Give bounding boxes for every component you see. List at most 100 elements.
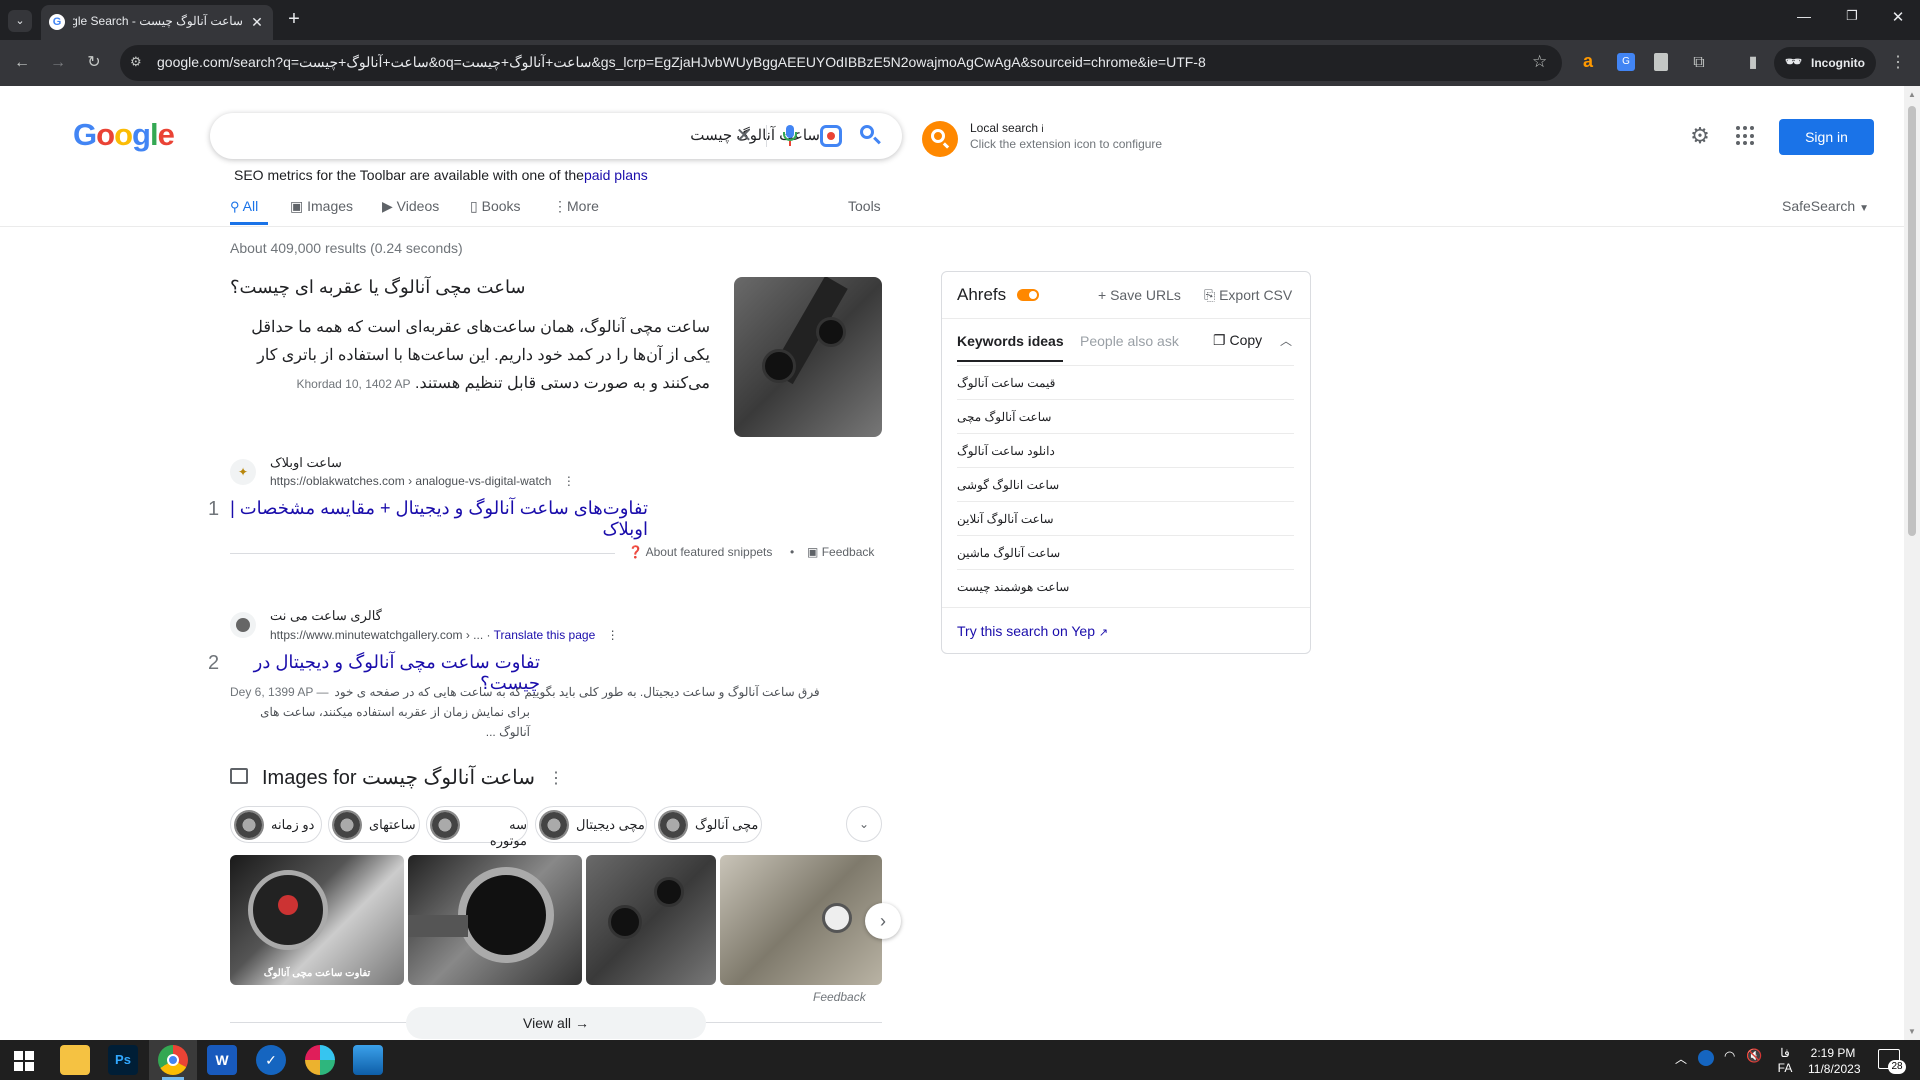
taskbar	[0, 1040, 1920, 1080]
image-result[interactable]	[408, 855, 582, 985]
tray-chevron-icon[interactable]: ︿	[1675, 1050, 1687, 1067]
input-language[interactable]: فا FA	[1774, 1046, 1796, 1076]
google-logo[interactable]: Google	[73, 117, 175, 153]
view-all-button[interactable]: View all →	[406, 1007, 706, 1039]
save-urls-button[interactable]: + Save URLs	[1098, 287, 1181, 303]
tray-app-icon[interactable]	[1698, 1050, 1714, 1066]
app-v-icon[interactable]: ✓	[256, 1045, 286, 1075]
back-icon[interactable]: ←	[4, 45, 40, 81]
safesearch-button[interactable]: SafeSearch ▼	[1782, 195, 1869, 217]
result-menu-icon[interactable]: ⋮	[563, 474, 575, 488]
new-tab-button[interactable]: +	[282, 8, 306, 32]
ahrefs-toggle[interactable]	[1017, 289, 1039, 301]
search-icon: ⚲	[230, 199, 240, 214]
image-chip[interactable]: ساعتهای	[328, 806, 420, 843]
tools-button[interactable]: Tools	[848, 195, 881, 217]
reload-icon[interactable]: ↻	[76, 45, 112, 81]
address-bar[interactable]: ⚙ google.com/search?q=ساعت+آنالوگ+چیست&o…	[120, 45, 1562, 81]
scrollbar-thumb[interactable]	[1908, 106, 1916, 536]
image-chip[interactable]: دو زمانه	[230, 806, 322, 843]
clock-date: 11/8/2023	[1808, 1062, 1861, 1076]
minimize-button[interactable]: —	[1786, 8, 1822, 32]
amazon-extension-icon[interactable]: a	[1578, 52, 1598, 72]
voice-search-icon[interactable]	[778, 123, 802, 149]
photoshop-icon[interactable]: Ps	[108, 1045, 138, 1075]
apps-grid-icon[interactable]	[1736, 126, 1756, 146]
tab-more[interactable]: ⋮More	[553, 195, 599, 217]
image-result[interactable]: تفاوت ساعت مچی آنالوگ	[230, 855, 404, 985]
keyword-item[interactable]: ساعت آنالوگ آنلاین	[957, 502, 1294, 536]
keyword-item[interactable]: ساعت آنالوگ مچی	[957, 400, 1294, 434]
keyword-item[interactable]: ساعت انالوگ گوشی	[957, 468, 1294, 502]
image-chip[interactable]: مچی آنالوگ	[654, 806, 762, 843]
settings-gear-icon[interactable]: ⚙	[1688, 124, 1712, 148]
image-chip[interactable]: مچی دیجیتال	[535, 806, 647, 843]
chips-expand-button[interactable]: ⌄	[846, 806, 882, 842]
translate-extension-icon[interactable]: G	[1617, 53, 1635, 71]
feedback-link[interactable]: ▣ Feedback	[807, 545, 874, 559]
result-menu-icon[interactable]: ⋮	[607, 628, 619, 642]
forward-icon[interactable]: →	[40, 45, 76, 81]
extensions-puzzle-icon[interactable]: ⧉	[1681, 45, 1717, 81]
restore-button[interactable]: ❐	[1834, 8, 1870, 32]
paid-plans-link[interactable]: paid plans	[584, 167, 648, 183]
incognito-label: Incognito	[1811, 56, 1865, 70]
chip-thumbnail	[658, 810, 688, 840]
sign-in-button[interactable]: Sign in	[1779, 119, 1874, 155]
file-explorer-icon[interactable]	[60, 1045, 90, 1075]
chrome-menu-icon[interactable]: ⋮	[1880, 45, 1916, 81]
incognito-badge[interactable]: 🕶 Incognito	[1774, 47, 1876, 79]
chrome-icon[interactable]	[158, 1045, 188, 1075]
tab-close-icon[interactable]: ✕	[247, 12, 267, 32]
images-menu-icon[interactable]: ⋮	[548, 768, 564, 788]
page-scrollbar[interactable]: ▲ ▼	[1904, 86, 1920, 1040]
keyword-item[interactable]: دانلود ساعت آنالوگ	[957, 434, 1294, 468]
copy-button[interactable]: ❐ Copy	[1213, 332, 1262, 349]
site-url[interactable]: https://oblakwatches.com › analogue-vs-d…	[270, 474, 575, 488]
volume-icon[interactable]: 🔇	[1746, 1048, 1762, 1064]
photos-icon[interactable]	[353, 1045, 383, 1075]
tab-people-also-ask[interactable]: People also ask	[1080, 333, 1179, 349]
slack-icon[interactable]	[305, 1045, 335, 1075]
windows-start-icon[interactable]	[14, 1051, 34, 1071]
images-feedback-link[interactable]: Feedback	[813, 990, 866, 1004]
tab-search-button[interactable]: ⌄	[8, 10, 32, 32]
tab-books[interactable]: ▯ Books	[470, 195, 521, 217]
about-featured-snippets[interactable]: ❓ About featured snippets	[628, 545, 772, 559]
try-yep-link[interactable]: Try this search on Yep ↗	[957, 623, 1108, 639]
extension-icon[interactable]	[1654, 53, 1668, 71]
carousel-next-button[interactable]: ›	[865, 903, 901, 939]
keyword-item[interactable]: قیمت ساعت آنالوگ	[957, 366, 1294, 400]
close-window-button[interactable]: ✕	[1880, 8, 1916, 32]
tab-title: ساعت آنالوگ چیست - Google Search	[73, 14, 243, 28]
featured-image[interactable]	[734, 277, 882, 437]
translate-link[interactable]: Translate this page	[494, 628, 596, 642]
tab-images[interactable]: ▣ Images	[290, 195, 353, 217]
site-url[interactable]: https://www.minutewatchgallery.com › ...…	[270, 628, 619, 642]
keyword-item[interactable]: ساعت آنالوگ ماشین	[957, 536, 1294, 570]
image-result[interactable]	[720, 855, 882, 985]
featured-result-title[interactable]: تفاوت‌های ساعت آنالوگ و دیجیتال + مقایسه…	[228, 498, 648, 540]
clear-search-icon[interactable]: ✕	[730, 122, 758, 150]
image-result[interactable]	[586, 855, 716, 985]
side-panel-icon[interactable]: ▮	[1735, 45, 1771, 81]
collapse-chevron-icon[interactable]: ︿	[1280, 332, 1292, 349]
tab-all[interactable]: ⚲ All	[230, 195, 258, 217]
search-box[interactable]: ساعت آنالوگ چیست ✕	[210, 113, 902, 159]
keyword-item[interactable]: ساعت هوشمند چیست	[957, 570, 1294, 604]
image-icon: ▣	[290, 198, 304, 214]
tab-videos[interactable]: ▶ Videos	[382, 195, 439, 217]
active-tab[interactable]: G ساعت آنالوگ چیست - Google Search ✕	[41, 5, 273, 40]
bookmark-star-icon[interactable]: ☆	[1532, 52, 1547, 72]
search-submit-icon[interactable]	[858, 123, 884, 149]
lens-search-icon[interactable]	[820, 125, 842, 147]
clock[interactable]: 2:19 PM 11/8/2023	[1808, 1045, 1861, 1077]
tab-keywords-ideas[interactable]: Keywords ideas	[957, 333, 1064, 349]
wifi-icon[interactable]: ◠	[1724, 1048, 1735, 1064]
export-csv-button[interactable]: ⎘ Export CSV	[1204, 287, 1292, 304]
site-info-icon[interactable]: ⚙	[130, 54, 142, 70]
word-icon[interactable]: W	[207, 1045, 237, 1075]
site-favicon: ✦	[230, 459, 256, 485]
image-chip[interactable]: سه موتوره	[426, 806, 528, 848]
local-search-icon[interactable]	[922, 121, 958, 157]
